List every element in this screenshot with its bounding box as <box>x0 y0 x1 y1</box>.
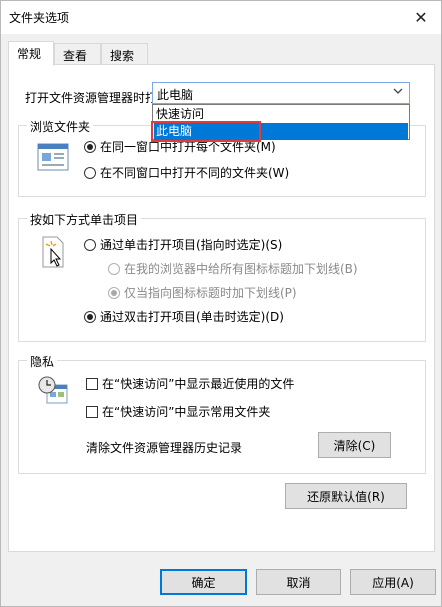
highlight-box <box>151 121 261 142</box>
radio-double-click[interactable] <box>84 311 96 323</box>
title-bar: 文件夹选项 ✕ <box>1 1 441 34</box>
radio-underline-hover[interactable] <box>108 287 120 299</box>
history-clock-icon <box>38 376 68 404</box>
double-click-option[interactable]: 通过双击打开项目(单击时选定)(D) <box>84 308 284 325</box>
window-layout-icon <box>37 143 69 171</box>
checkbox-frequent-folders[interactable] <box>86 406 98 418</box>
browse-same-window-label: 在同一窗口中打开每个文件夹(M) <box>100 140 276 154</box>
cancel-button[interactable]: 取消 <box>256 569 341 595</box>
pointer-click-icon <box>42 236 64 268</box>
privacy-group: 隐私 在“快速访问”中显示最近使用的文件 在“快速访问”中显示常用文件夹 清除文… <box>18 353 426 474</box>
single-click-option[interactable]: 通过单击打开项目(指向时选定)(S) <box>84 236 282 253</box>
folder-options-dialog: 文件夹选项 ✕ 常规 查看 搜索 打开文件资源管理器时打 此电脑 快速访问 此电… <box>0 0 442 607</box>
checkbox-recent-files[interactable] <box>86 378 98 390</box>
underline-hover-label: 仅当指向图标标题时加下划线(P) <box>124 286 297 300</box>
ok-button[interactable]: 确定 <box>160 569 247 595</box>
frequent-folders-label: 在“快速访问”中显示常用文件夹 <box>102 405 271 419</box>
tab-general[interactable]: 常规 <box>8 41 54 66</box>
frequent-folders-option[interactable]: 在“快速访问”中显示常用文件夹 <box>86 403 270 420</box>
single-click-label: 通过单击打开项目(指向时选定)(S) <box>100 238 283 252</box>
browse-folders-legend: 浏览文件夹 <box>27 118 94 135</box>
browse-new-window-option[interactable]: 在不同窗口中打开不同的文件夹(W) <box>84 164 289 181</box>
radio-underline-always[interactable] <box>108 263 120 275</box>
tab-view[interactable]: 查看 <box>54 43 101 65</box>
privacy-legend: 隐私 <box>27 353 58 370</box>
chevron-down-icon[interactable] <box>393 87 403 98</box>
recent-files-option[interactable]: 在“快速访问”中显示最近使用的文件 <box>86 375 294 392</box>
underline-always-label: 在我的浏览器中给所有图标标题加下划线(B) <box>124 262 358 276</box>
open-explorer-select[interactable]: 此电脑 <box>152 82 410 104</box>
window-title: 文件夹选项 <box>9 11 70 25</box>
open-explorer-value: 此电脑 <box>157 88 194 102</box>
tab-search[interactable]: 搜索 <box>101 43 148 65</box>
open-explorer-label: 打开文件资源管理器时打 <box>25 91 158 105</box>
click-items-group: 按如下方式单击项目 通过单击打开项目(指向时选定)(S) 在我的浏览器中给所有图… <box>18 211 426 342</box>
underline-hover-option[interactable]: 仅当指向图标标题时加下划线(P) <box>108 284 297 301</box>
clear-history-button[interactable]: 清除(C) <box>318 432 391 458</box>
restore-defaults-button[interactable]: 还原默认值(R) <box>285 483 407 509</box>
radio-single-click[interactable] <box>84 239 96 251</box>
recent-files-label: 在“快速访问”中显示最近使用的文件 <box>102 377 295 391</box>
general-panel: 打开文件资源管理器时打 此电脑 快速访问 此电脑 浏览文件夹 在同一窗口中打开每… <box>8 64 435 552</box>
radio-new-window[interactable] <box>84 167 96 179</box>
double-click-label: 通过双击打开项目(单击时选定)(D) <box>100 310 284 324</box>
close-icon[interactable]: ✕ <box>401 1 441 33</box>
radio-same-window[interactable] <box>84 141 96 153</box>
click-items-legend: 按如下方式单击项目 <box>27 211 142 228</box>
browse-new-window-label: 在不同窗口中打开不同的文件夹(W) <box>100 166 290 180</box>
underline-always-option[interactable]: 在我的浏览器中给所有图标标题加下划线(B) <box>108 260 358 277</box>
apply-button[interactable]: 应用(A) <box>350 569 436 595</box>
clear-history-label: 清除文件资源管理器历史记录 <box>86 441 243 455</box>
